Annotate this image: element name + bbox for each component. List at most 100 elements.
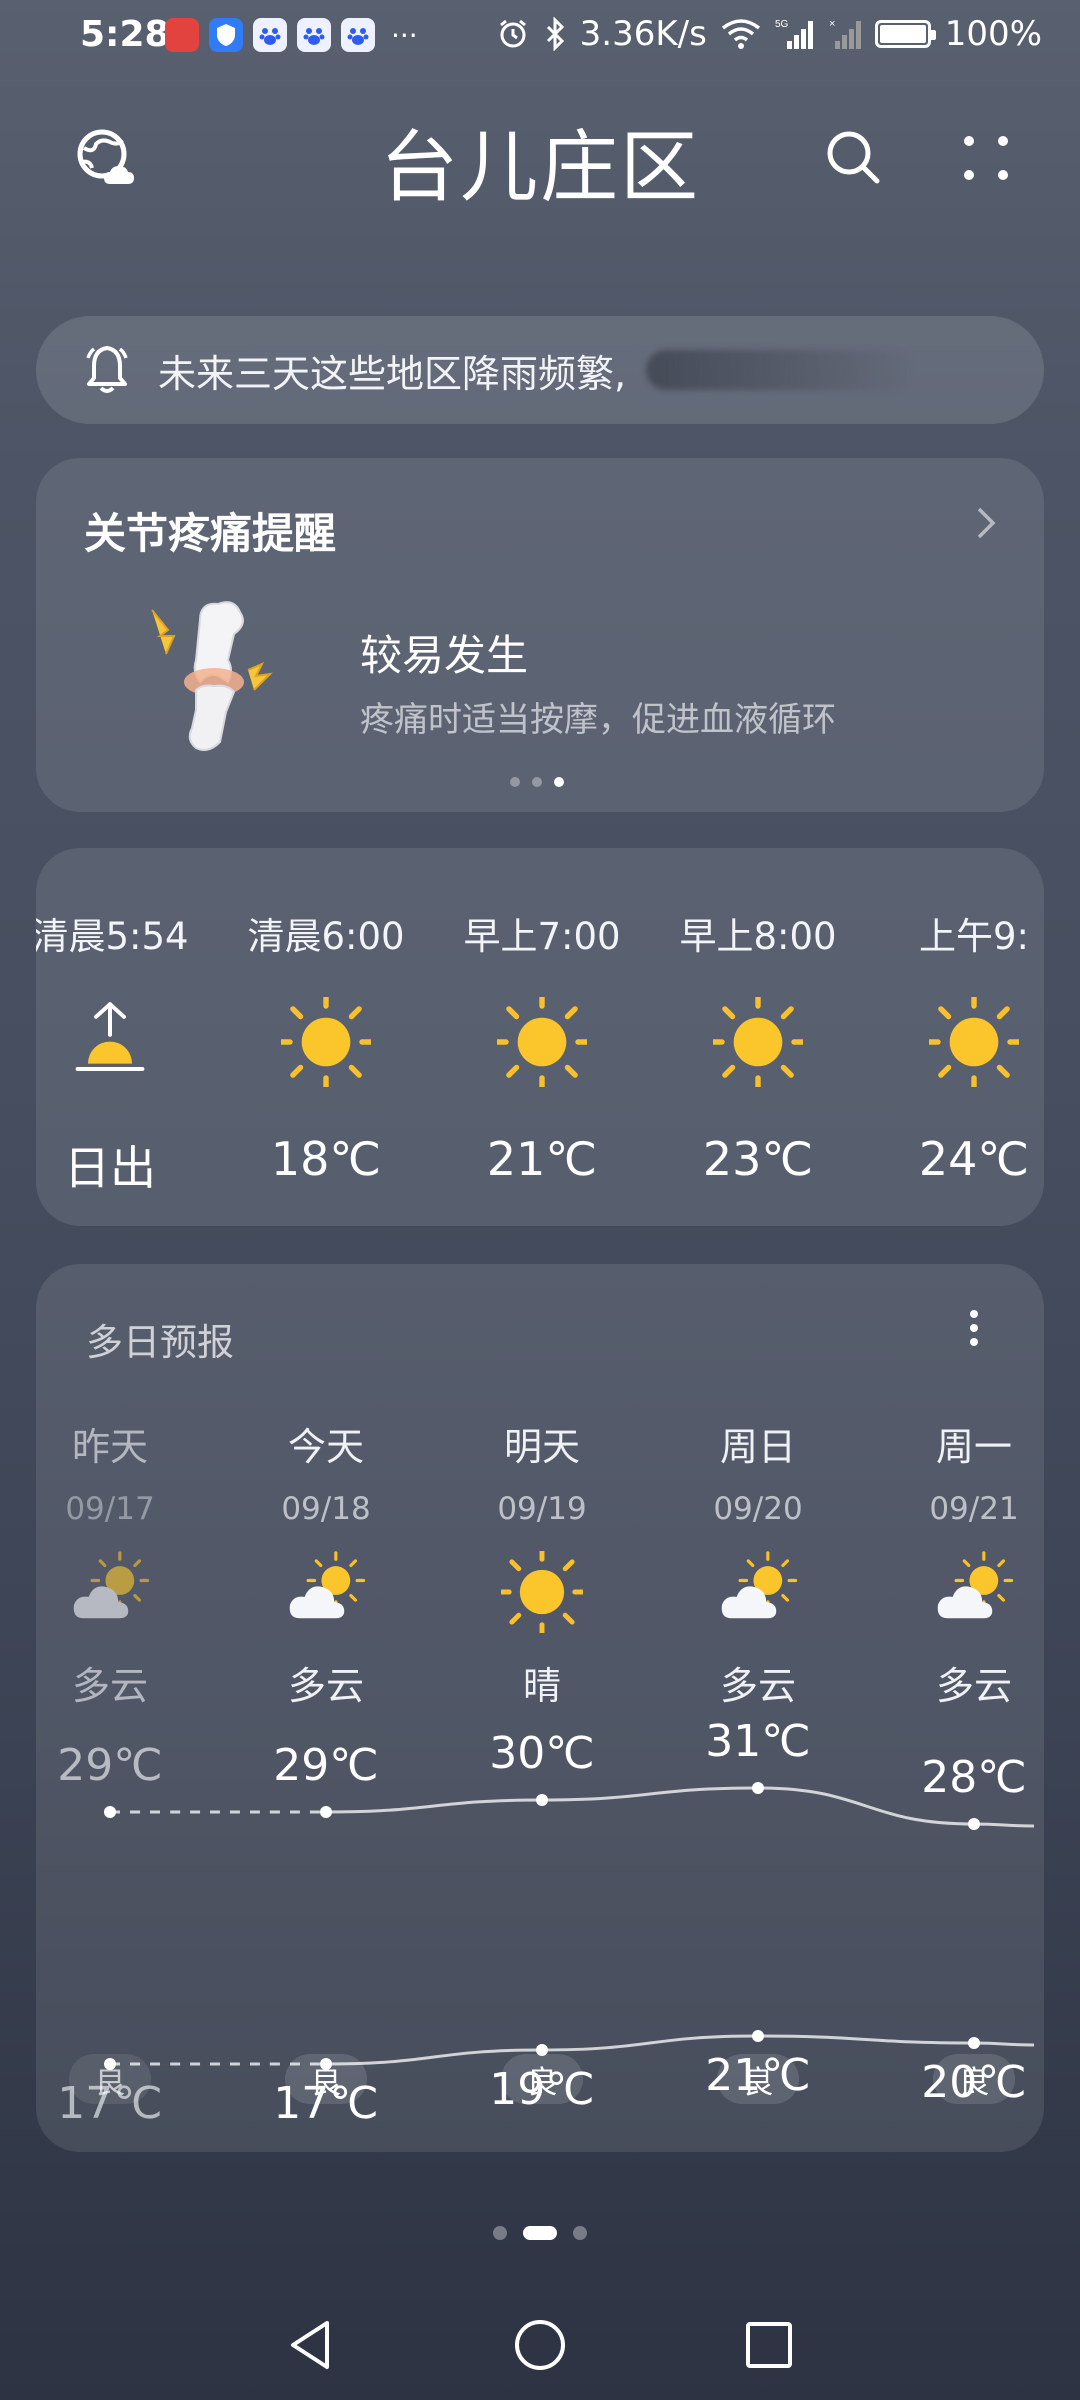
home-button[interactable] [495, 2300, 585, 2390]
daily-item[interactable]: 周一 09/21 多云 [866, 1416, 1044, 1710]
home-circle-icon [515, 2320, 565, 2370]
daily-forecast-card[interactable]: 多日预报 昨天 09/17 多云 今天 09/18 多云 明天 09/19 晴 … [36, 1264, 1044, 2152]
day-condition: 多云 [71, 1664, 148, 1708]
hourly-time: 早上7:00 [463, 915, 621, 958]
high-temp-label: 30℃ [489, 1728, 595, 1779]
sun-icon [218, 992, 434, 1092]
notification-icons: ··· [165, 18, 418, 52]
high-temp-label: 28℃ [921, 1752, 1027, 1803]
alert-text-fade [646, 350, 917, 390]
daily-item[interactable]: 昨天 09/17 多云 [36, 1416, 218, 1710]
high-temp-point [320, 1806, 332, 1818]
low-temp-point [968, 2037, 980, 2049]
status-time: 5:28 [80, 14, 170, 55]
day-name: 周日 [719, 1425, 796, 1469]
hourly-time: 清晨6:00 [247, 915, 405, 958]
city-title[interactable]: 台儿庄区 [0, 105, 1080, 217]
high-temp-point [104, 1806, 116, 1818]
hourly-temp: 23℃ [702, 1132, 814, 1186]
huawei-store-icon [165, 18, 199, 52]
partly-cloudy-icon [650, 1547, 866, 1637]
hourly-temp: 21℃ [486, 1132, 598, 1186]
page-indicator [0, 2226, 1080, 2240]
hourly-item: 清晨5:54 日出 [36, 906, 218, 1198]
day-date: 09/21 [929, 1491, 1019, 1527]
hourly-item: 早上7:00 21℃ [434, 906, 650, 1186]
status-overflow: ··· [391, 18, 418, 52]
hourly-time: 清晨5:54 [36, 915, 189, 958]
aqi-badge: 良 [717, 2054, 799, 2104]
more-button[interactable] [946, 118, 1026, 198]
hourly-item: 早上8:00 23℃ [650, 906, 866, 1186]
page-dot [573, 2226, 587, 2240]
partly-cloudy-icon [36, 1547, 218, 1637]
aqi-badge: 良 [933, 2054, 1015, 2104]
joint-bone-icon [151, 601, 273, 751]
carousel-dot [532, 777, 542, 787]
day-name: 周一 [935, 1425, 1012, 1469]
navigation-bar [0, 2290, 1080, 2400]
alarm-icon [499, 19, 526, 48]
day-date: 09/18 [281, 1491, 371, 1527]
daily-item[interactable]: 明天 09/19 晴 [434, 1416, 650, 1710]
bell-icon [86, 346, 128, 393]
joint-pain-title: 关节疼痛提醒 [84, 509, 337, 558]
carousel-indicator [510, 777, 564, 787]
battery-icon [874, 20, 936, 48]
page-dot-active [523, 2226, 557, 2240]
sunrise-icon [36, 992, 218, 1092]
partly-cloudy-icon [218, 1547, 434, 1637]
partly-cloudy-icon [866, 1547, 1044, 1637]
wifi-icon [721, 19, 760, 49]
battery-fill [879, 25, 926, 43]
high-temp-point [536, 1794, 548, 1806]
day-condition: 多云 [935, 1664, 1012, 1708]
high-temp-label: 29℃ [57, 1740, 163, 1791]
status-bar: 5:28 ··· 3.36K/s 5G × 100% [0, 0, 1080, 80]
back-triangle-icon [291, 2321, 329, 2369]
high-temp-label: 29℃ [273, 1740, 379, 1791]
day-name: 今天 [287, 1425, 364, 1469]
back-button[interactable] [265, 2300, 355, 2390]
rain-alert-banner[interactable]: 未来三天这些地区降雨频繁, [36, 316, 1044, 424]
shield-icon [209, 18, 243, 52]
daily-item[interactable]: 今天 09/18 多云 [218, 1416, 434, 1710]
signal-no-sim-icon: × [829, 18, 861, 49]
day-date: 09/20 [713, 1491, 803, 1527]
more-dots-icon [964, 136, 1008, 180]
day-name: 明天 [503, 1425, 580, 1469]
hourly-temp: 日出 [64, 1141, 156, 1195]
day-condition: 多云 [287, 1664, 364, 1708]
hourly-temp: 18℃ [270, 1132, 382, 1186]
day-condition: 晴 [522, 1664, 561, 1708]
day-name: 昨天 [71, 1425, 148, 1469]
status-right-group: 3.36K/s 5G × 100% [496, 14, 1042, 54]
aqi-badge: 良 [501, 2054, 583, 2104]
svg-text:×: × [829, 18, 835, 30]
network-speed: 3.36K/s [579, 14, 707, 54]
signal-5g-icon: 5G [775, 19, 813, 49]
daily-item[interactable]: 周日 09/20 多云 [650, 1416, 866, 1710]
svg-text:5G: 5G [775, 19, 789, 30]
low-temp-point [752, 2030, 764, 2042]
chevron-right-icon[interactable] [975, 505, 997, 551]
baidu-icon [297, 18, 331, 52]
high-temp-point [968, 1818, 980, 1830]
aqi-badge: 良 [285, 2054, 367, 2104]
joint-pain-tip: 疼痛时适当按摩，促进血液循环 [360, 700, 836, 740]
recents-button[interactable] [724, 2300, 814, 2390]
recents-square-icon [746, 2322, 792, 2368]
search-icon [827, 131, 880, 184]
search-button[interactable] [814, 118, 894, 198]
hourly-time: 早上8:00 [679, 915, 837, 958]
sun-icon [650, 992, 866, 1092]
page-dot [493, 2226, 507, 2240]
joint-pain-level: 较易发生 [360, 631, 529, 680]
hourly-temp: 24℃ [918, 1132, 1030, 1186]
hourly-time: 上午9: [918, 915, 1029, 958]
sun-icon [434, 1547, 650, 1637]
hourly-forecast-card[interactable]: 清晨5:54 日出 清晨6:00 18℃ 早上7:00 21℃ 早上8:00 2… [36, 848, 1044, 1226]
aqi-badge: 良 [69, 2054, 151, 2104]
day-condition: 多云 [719, 1664, 796, 1708]
bluetooth-icon [546, 17, 564, 51]
